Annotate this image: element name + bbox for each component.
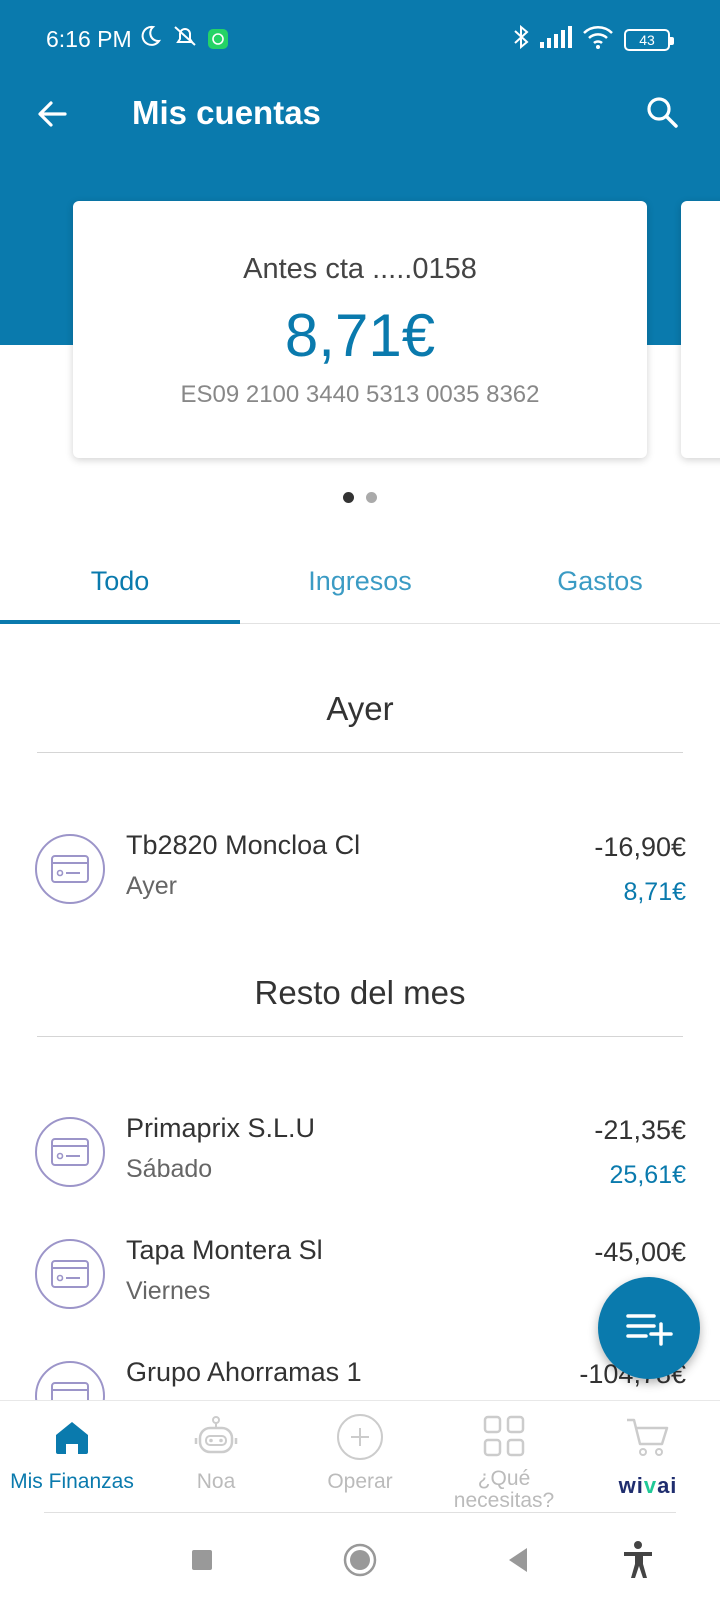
grid-icon xyxy=(476,1409,532,1462)
transaction-row[interactable]: Tb2820 Moncloa Cl Ayer -16,90€ 8,71€ xyxy=(0,830,720,934)
nav-label: Noa xyxy=(196,1470,236,1493)
bottom-navigation: Mis Finanzas Noa Operar ¿Qué necesitas? … xyxy=(0,1400,720,1512)
moon-icon xyxy=(138,24,162,53)
account-card[interactable]: Antes cta .....0158 8,71€ ES09 2100 3440… xyxy=(73,201,647,458)
card-icon xyxy=(35,1117,105,1187)
transaction-amount: -21,35€ xyxy=(594,1115,686,1145)
section-title-resto-del-mes: Resto del mes xyxy=(254,974,466,1011)
next-account-card[interactable] xyxy=(681,201,720,458)
battery-level: 43 xyxy=(639,31,655,48)
carousel-indicator xyxy=(0,492,720,503)
transaction-amount: -45,00€ xyxy=(594,1237,686,1267)
robot-icon xyxy=(188,1409,244,1465)
transaction-row[interactable]: Primaprix S.L.U Sábado -21,35€ 25,61€ xyxy=(0,1113,720,1217)
transaction-date: Ayer xyxy=(126,872,177,900)
card-icon xyxy=(35,1361,105,1400)
transaction-balance: 25,61€ xyxy=(609,1161,686,1189)
battery-icon: 43 xyxy=(624,28,674,51)
transaction-name: Grupo Ahorramas 1 xyxy=(126,1357,362,1387)
home-system-button[interactable] xyxy=(332,1532,388,1588)
transaction-list[interactable]: Ayer Tb2820 Moncloa Cl Ayer -16,90€ 8,71… xyxy=(0,624,720,1400)
page-title: Mis cuentas xyxy=(132,94,321,131)
bluetooth-icon xyxy=(512,24,530,55)
accessibility-button[interactable] xyxy=(610,1532,666,1588)
section-title-ayer: Ayer xyxy=(326,690,394,727)
account-iban: ES09 2100 3440 5313 0035 8362 xyxy=(180,381,540,408)
transaction-date: Viernes xyxy=(126,1277,211,1305)
transaction-name: Primaprix S.L.U xyxy=(126,1113,316,1143)
transaction-date: Sábado xyxy=(126,1155,213,1183)
circle-icon xyxy=(343,1543,377,1577)
transaction-amount: -16,90€ xyxy=(594,832,686,862)
cart-icon xyxy=(620,1409,676,1465)
nav-label: ¿Qué necesitas? xyxy=(453,1467,555,1512)
square-icon xyxy=(192,1550,212,1570)
signal-icon xyxy=(540,26,572,53)
tab-ingresos[interactable]: Ingresos xyxy=(240,540,480,623)
nav-item-operar[interactable]: Operar xyxy=(288,1401,432,1512)
tab-todo[interactable]: Todo xyxy=(0,540,240,624)
add-transaction-fab[interactable] xyxy=(598,1277,700,1379)
wivai-logo: wivai xyxy=(618,1473,678,1498)
transaction-row[interactable]: Grupo Ahorramas 1 -104,78€ xyxy=(0,1357,720,1400)
back-system-button[interactable] xyxy=(490,1532,546,1588)
transaction-name: Tapa Montera Sl xyxy=(126,1235,323,1265)
card-icon xyxy=(35,1239,105,1309)
card-icon xyxy=(35,834,105,904)
section-divider xyxy=(37,752,683,753)
wifi-icon xyxy=(582,25,614,54)
playlist-add-icon xyxy=(626,1314,673,1346)
transaction-name: Tb2820 Moncloa Cl xyxy=(126,830,361,860)
transaction-balance: 8,71€ xyxy=(623,878,686,906)
whatsapp-icon xyxy=(208,28,228,49)
status-time: 6:16 PM xyxy=(46,26,132,52)
carousel-dot-1[interactable] xyxy=(343,492,354,503)
arrow-left-icon xyxy=(38,101,67,127)
status-bar: 6:16 PM 43 xyxy=(0,0,720,80)
home-icon xyxy=(44,1409,100,1465)
app-bar: Mis cuentas xyxy=(0,80,720,150)
search-icon xyxy=(647,97,678,128)
nav-item-wivai[interactable]: wivai xyxy=(576,1401,720,1512)
divider xyxy=(44,1512,676,1513)
alarm-off-icon xyxy=(172,24,198,53)
search-button[interactable] xyxy=(640,90,684,134)
system-navigation-bar xyxy=(0,1520,720,1600)
account-balance: 8,71€ xyxy=(284,302,436,369)
nav-label: Mis Finanzas xyxy=(10,1470,134,1493)
tab-gastos[interactable]: Gastos xyxy=(480,540,720,623)
nav-item-mis-finanzas[interactable]: Mis Finanzas xyxy=(0,1401,144,1512)
nav-label: Operar xyxy=(327,1470,393,1493)
filter-tabs: Todo Ingresos Gastos xyxy=(0,540,720,624)
account-name: Antes cta .....0158 xyxy=(243,253,477,285)
triangle-back-icon xyxy=(509,1548,527,1572)
accessibility-icon xyxy=(624,1541,652,1578)
nav-item-noa[interactable]: Noa xyxy=(144,1401,288,1512)
plus-circle-icon xyxy=(332,1409,388,1465)
back-button[interactable] xyxy=(30,92,74,136)
recents-button[interactable] xyxy=(174,1532,230,1588)
section-divider xyxy=(37,1036,683,1037)
carousel-dot-2[interactable] xyxy=(366,492,377,503)
nav-item-que-necesitas[interactable]: ¿Qué necesitas? xyxy=(432,1401,576,1512)
